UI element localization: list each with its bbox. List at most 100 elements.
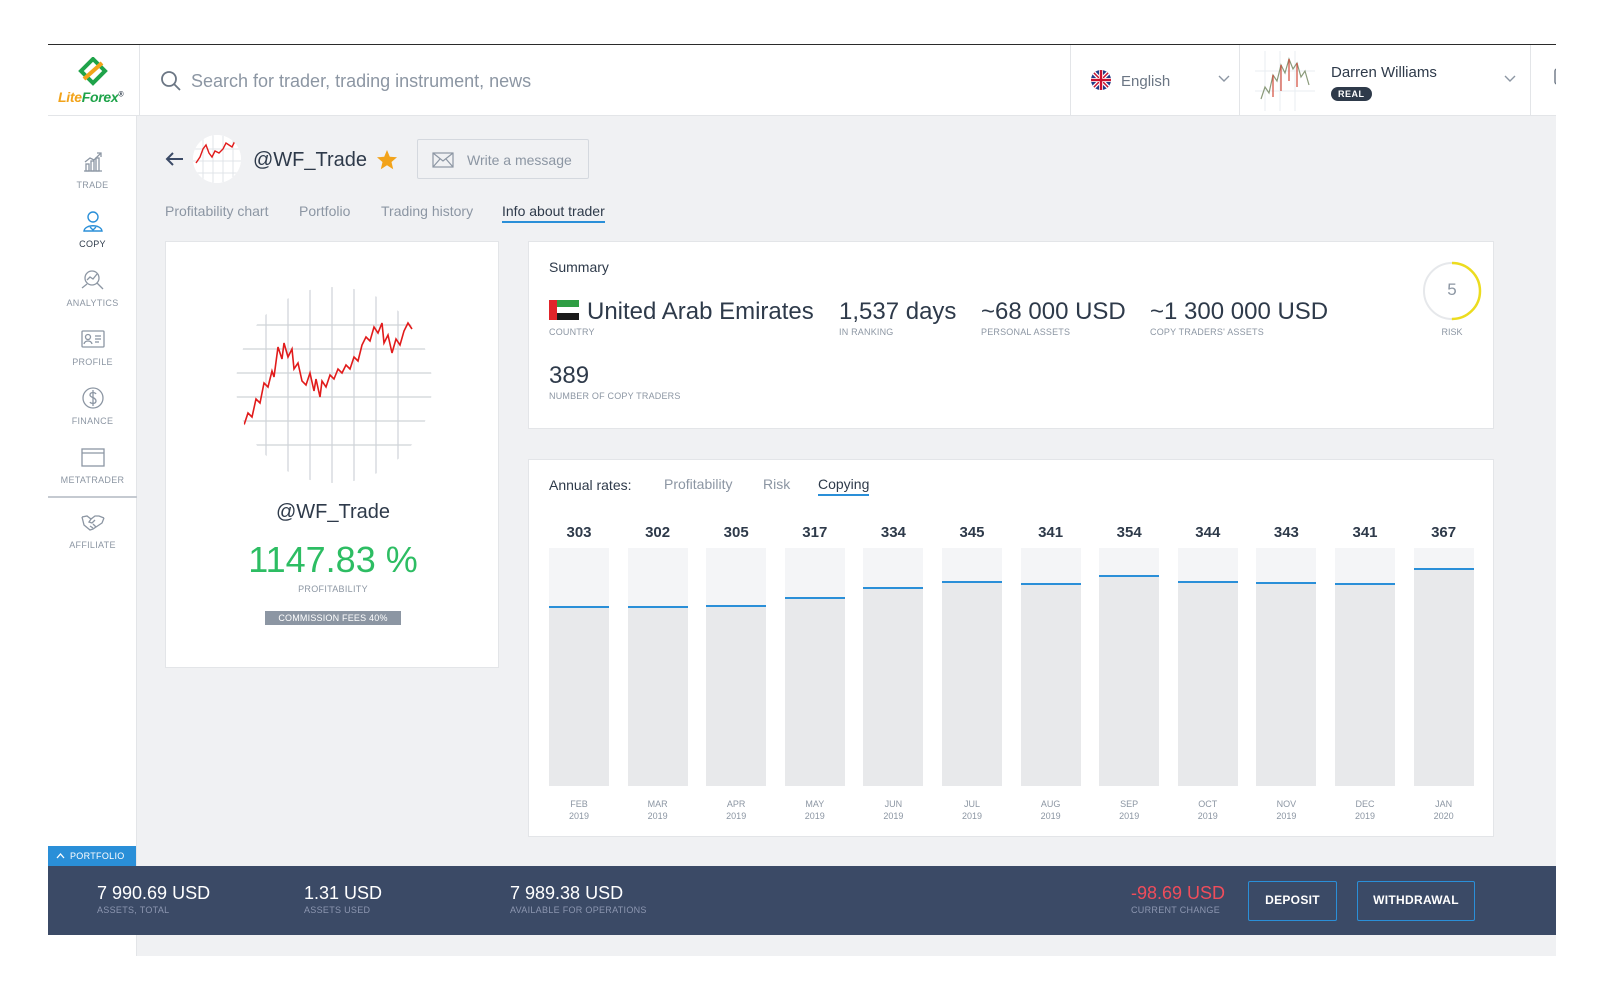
bar-track (863, 548, 924, 786)
trader-profile-card: @WF_Trade 1147.83 % PROFITABILITY COMMIS… (165, 241, 499, 668)
copy-person-icon (82, 211, 103, 232)
copy-assets-label: COPY TRADERS' ASSETS (1150, 327, 1264, 337)
sidebar-item-label: COPY (79, 239, 106, 249)
bar-value-label: 345 (959, 524, 985, 541)
sidebar-item-label: METATRADER (60, 475, 125, 485)
uk-flag-icon (1091, 70, 1111, 90)
favorite-star-icon[interactable] (376, 149, 398, 171)
bar-month-label: DEC 2019 (1354, 799, 1376, 821)
sidebar-item-finance[interactable]: FINANCE (48, 386, 137, 440)
risk-gauge: 5 (1422, 261, 1482, 321)
sidebar-item-label: ANALYTICS (66, 298, 119, 308)
search-icon (161, 71, 181, 91)
bar-track (1177, 548, 1238, 786)
sidebar-item-trade[interactable]: TRADE (48, 150, 137, 204)
write-message-label: Write a message (467, 152, 572, 168)
chat-bubbles-icon (1554, 68, 1556, 85)
bar-month-label: APR 2019 (726, 799, 747, 821)
bar-value-label: 341 (1038, 524, 1064, 541)
bar-value-label: 305 (723, 524, 749, 541)
portfolio-toggle-label: PORTFOLIO (70, 851, 125, 861)
copying-bar-chart: 303 FEB 2019 302 MAR 2019 305 APR 2019 317 MAY 2019… (529, 460, 1495, 838)
sidebar-item-label: AFFILIATE (69, 540, 116, 550)
deposit-button[interactable]: DEPOSIT (1248, 881, 1337, 921)
personal-assets-value: ~68 000 USD (981, 298, 1126, 325)
bar-track (1413, 548, 1474, 786)
bar-month-label: NOV 2019 (1276, 799, 1297, 821)
chevron-down-icon (1504, 75, 1516, 82)
bar (863, 587, 924, 786)
sidebar-item-label: TRADE (76, 180, 109, 190)
country-value: United Arab Emirates (587, 298, 814, 325)
sidebar-item-copy[interactable]: COPY (48, 209, 137, 263)
bar-track (549, 548, 609, 786)
sidebar-item-profile[interactable]: PROFILE (48, 327, 137, 381)
bar-month-label: JAN 2020 (1433, 799, 1454, 821)
trader-profile-name: @WF_Trade (275, 501, 391, 523)
trader-avatar (193, 135, 241, 183)
available-label: AVAILABLE FOR OPERATIONS (510, 905, 647, 915)
bar-track (1020, 548, 1081, 786)
bar-track (1099, 548, 1160, 786)
ranking-label: IN RANKING (839, 327, 894, 337)
available-value: 7 989.38 USD (510, 883, 624, 903)
language-label: English (1121, 73, 1171, 90)
copy-traders-label: NUMBER OF COPY TRADERS (549, 391, 681, 401)
country-label: COUNTRY (549, 327, 595, 337)
bar-track (784, 548, 845, 786)
bar-value-label: 334 (880, 524, 906, 541)
withdrawal-button[interactable]: WITHDRAWAL (1357, 881, 1475, 921)
bar (1020, 583, 1081, 786)
logo-mark-icon (78, 57, 108, 86)
current-change-stat: -98.69 USD CURRENT CHANGE (1131, 883, 1225, 915)
language-selector[interactable]: English (1070, 45, 1240, 116)
assets-used-stat: 1.31 USD ASSETS USED (304, 883, 382, 915)
bar-track (1256, 548, 1317, 786)
tab-profitability-chart[interactable]: Profitability chart (165, 203, 268, 219)
sidebar-item-affiliate[interactable]: AFFILIATE (48, 510, 137, 564)
bar-track (1335, 548, 1395, 786)
bar-month-label: MAR 2019 (647, 799, 668, 821)
handshake-icon (80, 515, 105, 531)
bar-track (706, 548, 767, 786)
bar-value-label: 302 (645, 524, 671, 541)
commission-fees-badge: COMMISSION FEES 40% (265, 611, 401, 625)
current-change-value: -98.69 USD (1131, 883, 1226, 903)
copy-traders-stat: 389 NUMBER OF COPY TRADERS (549, 362, 681, 401)
user-menu[interactable]: Darren Williams REAL (1241, 45, 1531, 116)
summary-title: Summary (549, 259, 609, 275)
assets-used-value: 1.31 USD (304, 883, 383, 903)
uae-flag-icon (549, 300, 579, 320)
account-footer: 7 990.69 USD ASSETS, TOTAL 1.31 USD ASSE… (48, 866, 1556, 935)
profitability-value: 1147.83 % (248, 539, 418, 580)
assets-used-label: ASSETS USED (304, 905, 371, 915)
assets-total-label: ASSETS, TOTAL (97, 905, 170, 915)
tab-trading-history[interactable]: Trading history (381, 203, 473, 219)
liteforex-logo[interactable]: LiteForex® (48, 45, 140, 116)
sidebar-item-metatrader[interactable]: METATRADER (48, 445, 137, 499)
bar-value-label: 354 (1116, 524, 1142, 541)
tab-info-about-trader[interactable]: Info about trader (502, 203, 605, 223)
sidebar-item-label: FINANCE (71, 416, 114, 426)
personal-assets-stat: ~68 000 USD PERSONAL ASSETS (981, 298, 1126, 337)
bar (784, 597, 845, 786)
back-arrow-icon[interactable] (165, 149, 185, 169)
bar-month-label: JUN 2019 (883, 799, 904, 821)
ranking-value: 1,537 days (839, 298, 957, 325)
chevron-up-icon (56, 853, 65, 859)
write-message-button[interactable]: Write a message (417, 139, 589, 179)
trade-chart-icon (83, 152, 102, 172)
tab-portfolio[interactable]: Portfolio (299, 203, 350, 219)
sidebar-item-analytics[interactable]: ANALYTICS (48, 268, 137, 322)
bar-month-label: SEP 2019 (1119, 799, 1140, 821)
assets-total-stat: 7 990.69 USD ASSETS, TOTAL (97, 883, 210, 915)
top-bar: LiteForex® English (48, 45, 1556, 116)
search-input[interactable] (191, 65, 991, 97)
user-avatar (1255, 51, 1315, 111)
trader-profile-picture (236, 287, 432, 483)
profile-card-icon (80, 330, 105, 348)
chevron-down-icon (1218, 75, 1230, 82)
messages-button[interactable]: 7 (1532, 45, 1556, 116)
bar-month-label: JUL 2019 (961, 799, 983, 821)
portfolio-toggle[interactable]: PORTFOLIO (48, 846, 136, 866)
